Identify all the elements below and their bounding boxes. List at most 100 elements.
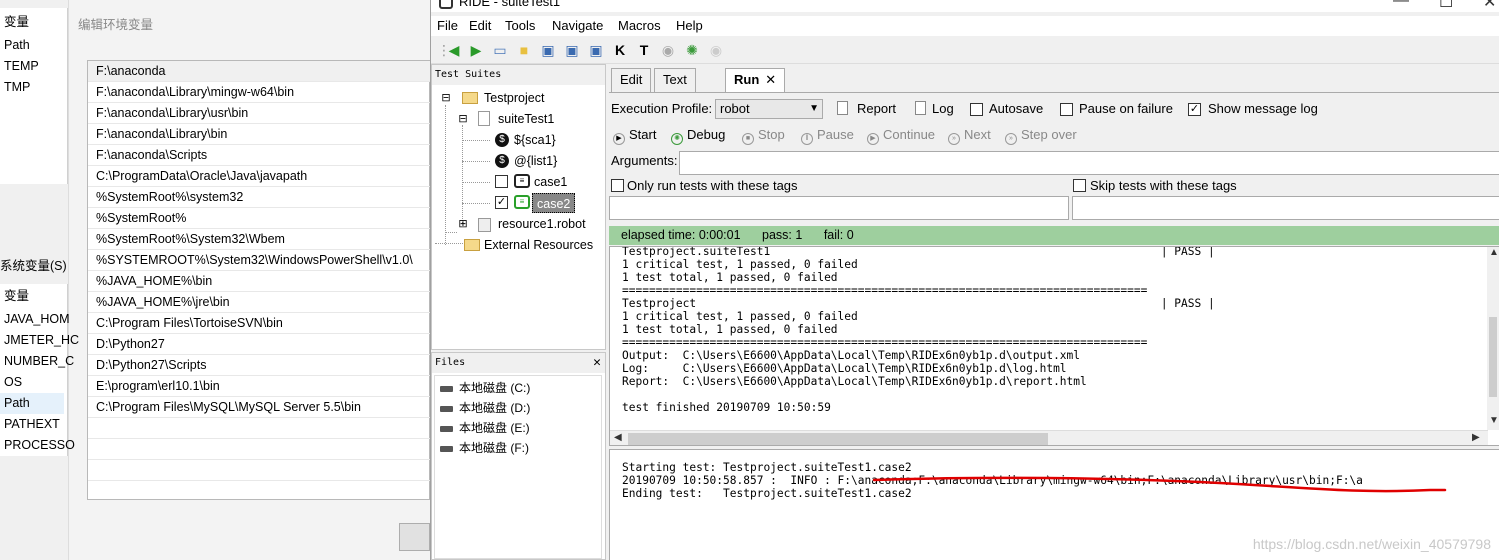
system-var-row[interactable]: NUMBER_C — [4, 351, 74, 372]
menu-file[interactable]: File — [437, 18, 458, 33]
pause-on-failure-checkbox[interactable] — [1060, 103, 1073, 116]
step-over-button[interactable]: » Step over — [1005, 127, 1077, 145]
scroll-left-icon[interactable]: ◀ — [614, 432, 622, 443]
path-entry[interactable]: D:\Python27\Scripts — [88, 355, 430, 376]
maximize-icon[interactable]: ☐ — [1439, 0, 1453, 12]
drive-item[interactable]: 本地磁盘 (C:) — [440, 378, 530, 398]
vertical-scrollbar[interactable]: ▲ ▼ — [1487, 247, 1499, 430]
menu-help[interactable]: Help — [676, 18, 703, 33]
run-icon[interactable]: ◉ — [659, 41, 677, 59]
next-button[interactable]: » Next — [948, 127, 991, 145]
path-entry-empty[interactable] — [88, 418, 430, 439]
only-run-tags-checkbox[interactable] — [611, 179, 624, 192]
only-run-tags-input[interactable] — [609, 196, 1069, 220]
user-var-row[interactable]: TMP — [4, 77, 30, 98]
tree-node-external-resources[interactable]: External Resources — [484, 235, 593, 255]
save-icon[interactable]: ▣ — [539, 41, 557, 59]
case1-checkbox[interactable] — [495, 175, 508, 188]
path-entry[interactable]: C:\ProgramData\Oracle\Java\javapath — [88, 166, 430, 187]
menu-macros[interactable]: Macros — [618, 18, 661, 33]
debug-button[interactable]: ✺ Debug — [671, 127, 725, 145]
message-log[interactable]: Starting test: Testproject.suiteTest1.ca… — [609, 449, 1499, 560]
drive-item[interactable]: 本地磁盘 (D:) — [440, 398, 530, 418]
path-entry[interactable]: %JAVA_HOME%\jre\bin — [88, 292, 430, 313]
tree-node-suitetest1[interactable]: suiteTest1 — [498, 109, 554, 129]
tree-node-case2-selected[interactable]: case2 — [532, 193, 576, 213]
pause-button[interactable]: ‖ Pause — [801, 127, 854, 145]
path-entry[interactable]: %SystemRoot% — [88, 208, 430, 229]
back-icon[interactable]: ◀ — [445, 41, 463, 59]
path-entry[interactable]: F:\anaconda\Library\mingw-w64\bin — [88, 82, 430, 103]
drive-item[interactable]: 本地磁盘 (E:) — [440, 418, 530, 438]
system-var-row-selected[interactable]: Path — [0, 393, 64, 414]
skip-tags-input[interactable] — [1072, 196, 1499, 220]
collapse-icon[interactable]: ⊟ — [456, 112, 470, 126]
tree-node-case1[interactable]: case1 — [534, 172, 567, 192]
autosave-checkbox[interactable] — [970, 103, 983, 116]
close-icon[interactable]: ✕ — [765, 72, 776, 87]
path-entry-empty[interactable] — [88, 460, 430, 481]
close-icon[interactable]: ✕ — [593, 353, 601, 373]
path-entry[interactable]: %JAVA_HOME%\bin — [88, 271, 430, 292]
show-message-log-checkbox[interactable]: ✓ — [1188, 103, 1201, 116]
debug-icon[interactable]: ✺ — [683, 41, 701, 59]
menu-tools[interactable]: Tools — [505, 18, 535, 33]
tab-run[interactable]: Run ✕ — [725, 68, 786, 94]
scroll-down-icon[interactable]: ▼ — [1489, 415, 1499, 426]
tree-node-resource[interactable]: resource1.robot — [498, 214, 586, 234]
keyword-search-icon[interactable]: K — [611, 41, 629, 59]
tree-node-list-variable[interactable]: @{list1} — [514, 151, 557, 171]
scrollbar-thumb[interactable] — [628, 433, 1048, 445]
system-var-row[interactable]: PROCESSO — [4, 435, 75, 456]
collapse-icon[interactable]: ⊟ — [439, 91, 453, 105]
save-all-icon[interactable]: ▣ — [563, 41, 581, 59]
execution-profile-select[interactable]: robot ▼ — [715, 99, 823, 119]
expand-icon[interactable]: ⊞ — [456, 217, 470, 231]
close-icon[interactable]: ✕ — [1483, 0, 1496, 12]
log-button[interactable]: Log — [932, 101, 954, 116]
system-var-row[interactable]: OS — [4, 372, 22, 393]
tree-node-testproject[interactable]: Testproject — [484, 88, 544, 108]
horizontal-scrollbar[interactable]: ◀ ▶ — [610, 430, 1488, 445]
tab-edit[interactable]: Edit — [611, 68, 652, 92]
tab-text-edit[interactable]: Text Edit — [654, 68, 696, 109]
scroll-right-icon[interactable]: ▶ — [1472, 432, 1480, 443]
scroll-up-icon[interactable]: ▲ — [1489, 247, 1499, 258]
system-var-row[interactable]: JMETER_HC — [4, 330, 79, 351]
user-vars-list[interactable]: 变量 Path TEMP TMP — [0, 8, 68, 184]
new-file-icon[interactable]: ■ — [515, 41, 533, 59]
path-entry[interactable]: E:\program\erl10.1\bin — [88, 376, 430, 397]
open-folder-icon[interactable]: ▭ — [491, 41, 509, 59]
path-entries-list[interactable]: F:\anaconda F:\anaconda\Library\mingw-w64… — [87, 60, 430, 500]
save-copy-icon[interactable]: ▣ — [587, 41, 605, 59]
menu-edit[interactable]: Edit — [469, 18, 491, 33]
menu-navigate[interactable]: Navigate — [552, 18, 603, 33]
system-var-row[interactable]: PATHEXT — [4, 414, 60, 435]
report-button[interactable]: Report — [857, 101, 896, 116]
path-entry[interactable]: F:\anaconda\Library\bin — [88, 124, 430, 145]
dialog-button[interactable] — [399, 523, 430, 551]
path-entry[interactable]: %SystemRoot%\System32\Wbem — [88, 229, 430, 250]
tree-node-variable[interactable]: ${sca1} — [514, 130, 556, 150]
path-entry[interactable]: %SYSTEMROOT%\System32\WindowsPowerShell\… — [88, 250, 430, 271]
minimize-icon[interactable]: — — [1393, 0, 1409, 10]
stop-button[interactable]: ■ Stop — [742, 127, 785, 145]
path-entry[interactable]: D:\Python27 — [88, 334, 430, 355]
path-entry[interactable]: %SystemRoot%\system32 — [88, 187, 430, 208]
console-output[interactable]: Testproject.suiteTest1 | PASS | 1 critic… — [609, 246, 1499, 446]
path-entry[interactable]: F:\anaconda\Scripts — [88, 145, 430, 166]
continue-button[interactable]: ▶ Continue — [867, 127, 935, 145]
scrollbar-thumb[interactable] — [1489, 317, 1497, 397]
system-var-row[interactable]: JAVA_HOM — [4, 309, 70, 330]
drive-item[interactable]: 本地磁盘 (F:) — [440, 438, 529, 458]
path-entry[interactable]: C:\Program Files\TortoiseSVN\bin — [88, 313, 430, 334]
arguments-input[interactable] — [679, 151, 1499, 175]
start-button[interactable]: ▶ Start — [613, 127, 656, 145]
stop-icon[interactable]: ◉ — [707, 41, 725, 59]
test-search-icon[interactable]: T — [635, 41, 653, 59]
path-entry-empty[interactable] — [88, 439, 430, 460]
skip-tags-checkbox[interactable] — [1073, 179, 1086, 192]
path-entry[interactable]: C:\Program Files\MySQL\MySQL Server 5.5\… — [88, 397, 430, 418]
forward-icon[interactable]: ▶ — [467, 41, 485, 59]
user-var-row[interactable]: TEMP — [4, 56, 39, 77]
